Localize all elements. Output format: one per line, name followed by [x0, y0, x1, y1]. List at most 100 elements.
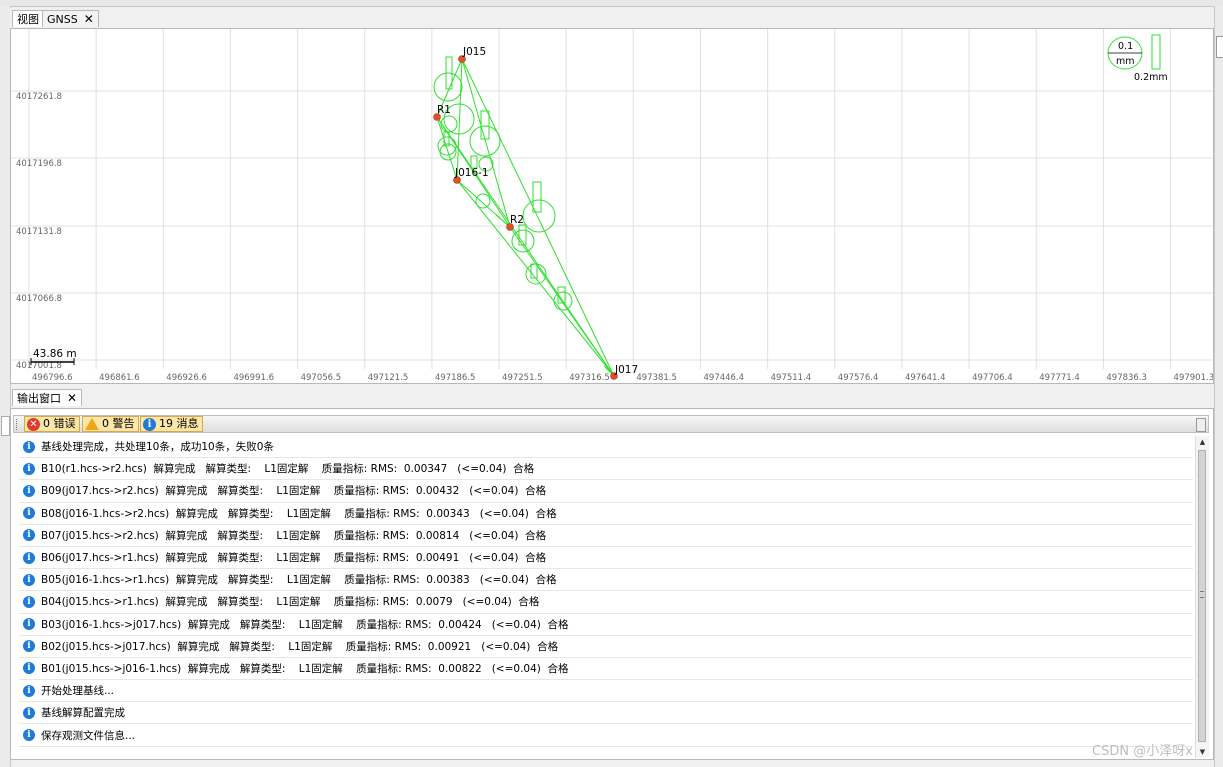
y-axis-label: 4017131.8 [16, 227, 62, 237]
y-axis-label: 4017066.8 [16, 294, 62, 304]
message-row[interactable]: i B08(j016-1.hcs->r2.hcs) 解算完成 解算类型: L1固定… [19, 503, 1193, 525]
scroll-thumb[interactable] [1198, 450, 1206, 742]
x-axis-label: 497511.4 [771, 373, 812, 383]
error-ellipse [433, 72, 463, 102]
info-icon: i [23, 507, 35, 520]
legend-ellipse-unit: mm [1116, 56, 1135, 67]
message-text: B05(j016-1.hcs->r1.hcs) 解算完成 解算类型: L1固定解… [41, 574, 557, 587]
output-tab-bar: 输出窗口 ✕ [10, 388, 1214, 408]
height-error-bar [532, 181, 542, 213]
message-text: B01(j015.hcs->j016-1.hcs) 解算完成 解算类型: L1固… [41, 662, 569, 675]
message-text: B02(j015.hcs->j017.hcs) 解算完成 解算类型: L1固定解… [41, 640, 559, 653]
warnings-filter-button[interactable]: 0 警告 [82, 416, 139, 432]
x-axis-label: 496991.6 [233, 373, 274, 383]
legend-bar [1151, 34, 1161, 70]
message-row[interactable]: i B04(j015.hcs->r1.hcs) 解算完成 解算类型: L1固定解 … [19, 591, 1193, 614]
scroll-down-icon[interactable]: ▼ [1196, 746, 1209, 758]
output-toolbar: ✕ 0 错误 0 警告 i 19 消息 [13, 415, 1209, 433]
toolbar-overflow-icon[interactable] [1196, 418, 1206, 432]
station-label: J017 [614, 364, 638, 376]
legend-bar-label: 0.2mm [1134, 72, 1168, 83]
message-text: 保存观测文件信息... [41, 729, 136, 742]
station-label: J015 [462, 46, 486, 58]
scroll-up-icon[interactable]: ▲ [1196, 436, 1209, 448]
tab-gnss[interactable]: GNSS ✕ [42, 10, 99, 27]
message-scrollbar[interactable]: ▲ ▼ [1195, 436, 1209, 758]
y-axis-label: 4017261.8 [16, 92, 62, 102]
message-row[interactable]: i B06(j017.hcs->r1.hcs) 解算完成 解算类型: L1固定解 … [19, 547, 1193, 570]
message-text: 开始处理基线... [41, 685, 115, 698]
info-icon: i [23, 662, 35, 675]
baseline [436, 116, 458, 181]
x-axis-label: 497641.4 [905, 373, 946, 383]
message-row[interactable]: i B02(j015.hcs->j017.hcs) 解算完成 解算类型: L1固定… [19, 636, 1193, 658]
x-axis-label: 497771.4 [1039, 373, 1080, 383]
message-text: B09(j017.hcs->r2.hcs) 解算完成 解算类型: L1固定解 质… [41, 485, 547, 498]
message-text: B06(j017.hcs->r1.hcs) 解算完成 解算类型: L1固定解 质… [41, 552, 547, 565]
x-axis-label: 496796.6 [32, 373, 73, 383]
message-row[interactable]: i 基线解算配置完成 [19, 702, 1193, 725]
network-plot: 496796.6 496861.6 496926.6 496991.6 497056.5… [11, 29, 1213, 383]
station-label: J016-1 [454, 167, 489, 179]
warning-icon [85, 418, 99, 430]
x-axis-label: 497186.5 [435, 373, 476, 383]
tab-view[interactable]: 视图 [12, 10, 44, 27]
message-text: B08(j016-1.hcs->r2.hcs) 解算完成 解算类型: L1固定解… [41, 507, 557, 520]
message-text: B10(r1.hcs->r2.hcs) 解算完成 解算类型: L1固定解 质量指… [41, 463, 535, 476]
watermark: CSDN @小泽呀x [1092, 744, 1193, 759]
message-row[interactable]: i B01(j015.hcs->j016-1.hcs) 解算完成 解算类型: L1… [19, 658, 1193, 681]
x-axis-label: 496926.6 [166, 373, 207, 383]
info-icon: i [23, 640, 35, 653]
dock-handle[interactable] [1, 416, 10, 436]
error-ellipse [522, 199, 556, 233]
tab-output[interactable]: 输出窗口 ✕ [12, 389, 83, 406]
x-axis-label: 497706.4 [972, 373, 1013, 383]
station-label: R2 [510, 214, 524, 226]
close-icon[interactable]: ✕ [67, 391, 77, 405]
message-text: B03(j016-1.hcs->j017.hcs) 解算完成 解算类型: L1固… [41, 618, 569, 631]
x-axis-label: 496861.6 [99, 373, 140, 383]
message-text: 基线处理完成，共处理10条，成功10条，失败0条 [41, 441, 274, 454]
errors-filter-button[interactable]: ✕ 0 错误 [24, 416, 80, 432]
network-view-canvas[interactable]: 496796.6 496861.6 496926.6 496991.6 497056.5… [10, 28, 1214, 384]
right-dock-strip [1214, 6, 1223, 767]
info-icon: i [143, 417, 156, 431]
message-list: i 基线处理完成，共处理10条，成功10条，失败0条 i B10(r1.hcs->r2… [19, 436, 1193, 758]
info-icon: i [23, 618, 35, 631]
message-row[interactable]: i 保存观测文件信息... [19, 724, 1193, 747]
x-axis-label: 497576.4 [838, 373, 879, 383]
x-axis-label: 497056.5 [301, 373, 342, 383]
toolbar-grip[interactable] [16, 419, 20, 430]
error-icon: ✕ [27, 417, 40, 431]
message-row[interactable]: i B10(r1.hcs->r2.hcs) 解算完成 解算类型: L1固定解 质量… [19, 458, 1193, 481]
info-icon: i [23, 706, 35, 719]
error-ellipse [475, 193, 491, 209]
message-row[interactable]: i B05(j016-1.hcs->r1.hcs) 解算完成 解算类型: L1固定… [19, 569, 1193, 592]
dock-handle-right[interactable] [1216, 36, 1223, 58]
output-window: ✕ 0 错误 0 警告 i 19 消息 i 基线处理完成，共处理10条，成功10条，失… [10, 408, 1214, 760]
height-error-bar [480, 110, 490, 140]
close-icon[interactable]: ✕ [84, 12, 94, 26]
message-text: 基线解算配置完成 [41, 707, 125, 720]
x-axis-label: 497316.5 [569, 373, 610, 383]
info-icon: i [23, 729, 35, 742]
info-icon: i [23, 551, 35, 564]
x-axis-label: 497251.5 [502, 373, 543, 383]
info-icon: i [23, 440, 35, 453]
scale-bar-label: 43.86 m [33, 348, 77, 360]
info-icon: i [23, 529, 35, 542]
legend-ellipse-value: 0.1 [1118, 41, 1133, 52]
message-text: B07(j015.hcs->r2.hcs) 解算完成 解算类型: L1固定解 质… [41, 529, 547, 542]
message-row[interactable]: i 开始处理基线... [19, 680, 1193, 703]
message-row[interactable]: i B09(j017.hcs->r2.hcs) 解算完成 解算类型: L1固定解 … [19, 480, 1193, 503]
info-icon: i [23, 484, 35, 497]
messages-filter-button[interactable]: i 19 消息 [140, 416, 203, 432]
x-axis-label: 497381.5 [636, 373, 677, 383]
info-icon: i [23, 595, 35, 608]
document-tab-bar: 视图 GNSS ✕ [10, 8, 1214, 28]
top-window-strip [0, 0, 1223, 7]
x-axis-label: 497836.3 [1106, 373, 1147, 383]
message-row[interactable]: i 基线处理完成，共处理10条，成功10条，失败0条 [19, 436, 1193, 459]
message-row[interactable]: i B03(j016-1.hcs->j017.hcs) 解算完成 解算类型: L1… [19, 614, 1193, 636]
message-row[interactable]: i B07(j015.hcs->r2.hcs) 解算完成 解算类型: L1固定解 … [19, 525, 1193, 547]
